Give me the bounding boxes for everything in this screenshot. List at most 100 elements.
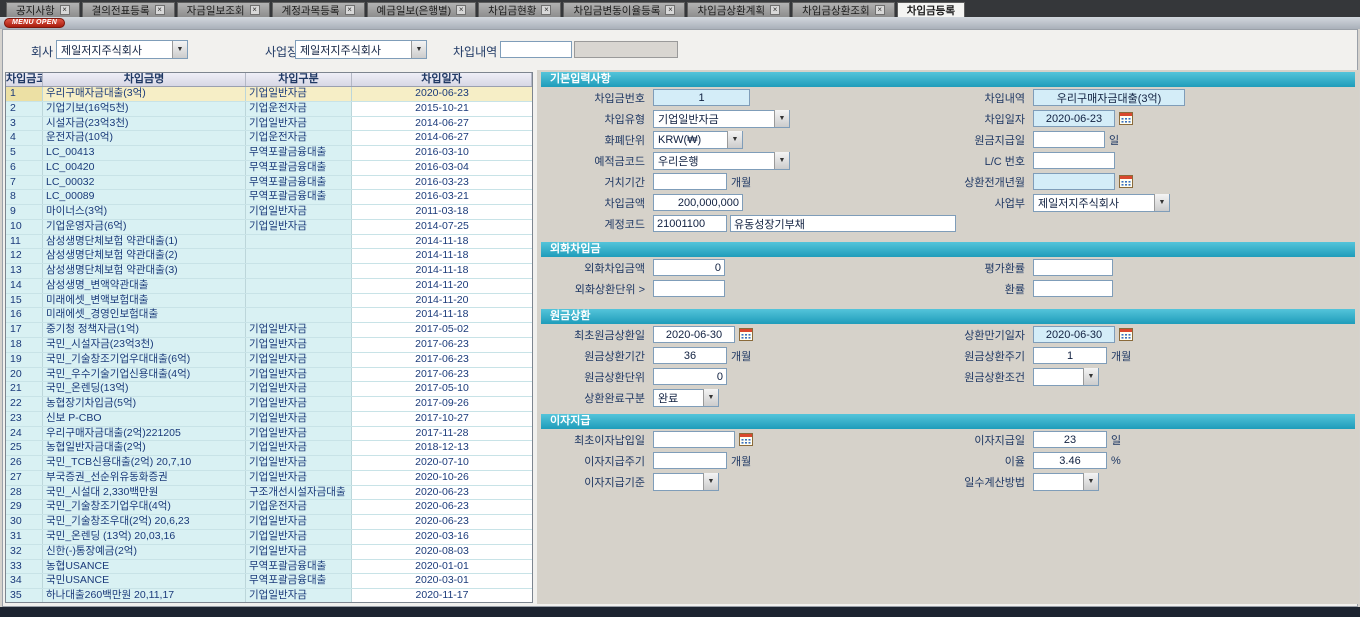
table-cell[interactable]: 25 — [6, 441, 43, 455]
table-row[interactable]: 18국민_시설자금(23억3천)기업일반자금2017-06-23 — [6, 338, 532, 353]
table-cell[interactable]: 29 — [6, 500, 43, 514]
table-cell[interactable]: 미래에셋_경영인보험대출 — [43, 308, 246, 322]
loan-desc-filter-input[interactable] — [500, 41, 572, 58]
account-name-input[interactable] — [730, 215, 956, 232]
table-cell[interactable]: 35 — [6, 589, 43, 602]
table-cell[interactable]: 11 — [6, 235, 43, 249]
table-cell[interactable]: 무역포괄금융대출 — [246, 176, 352, 190]
tab-차입금현황[interactable]: 차입금현황× — [478, 2, 561, 17]
table-cell[interactable]: 2 — [6, 102, 43, 116]
repay-dev-ym-input[interactable] — [1033, 173, 1115, 190]
table-cell[interactable] — [246, 308, 352, 322]
chevron-down-icon[interactable]: ▼ — [774, 152, 789, 169]
table-cell[interactable]: 2020-06-23 — [352, 486, 532, 500]
close-icon[interactable]: × — [875, 5, 885, 15]
table-cell[interactable]: 23 — [6, 412, 43, 426]
calendar-icon[interactable] — [1119, 112, 1133, 125]
table-cell[interactable]: 기업일반자금 — [246, 441, 352, 455]
table-cell[interactable]: 2020-06-23 — [352, 500, 532, 514]
grid-header-code[interactable]: 차입금코드 — [6, 73, 43, 86]
table-row[interactable]: 20국민_우수기술기업신용대출(4억)기업일반자금2017-06-23 — [6, 368, 532, 383]
table-row[interactable]: 14삼성생명_변액약관대출2014-11-20 — [6, 279, 532, 294]
table-cell[interactable]: 32 — [6, 545, 43, 559]
table-row[interactable]: 26국민_TCB신용대출(2억) 20,7,10기업일반자금2020-07-10 — [6, 456, 532, 471]
table-cell[interactable]: 무역포괄금융대출 — [246, 146, 352, 160]
table-cell[interactable]: 기업일반자금 — [246, 456, 352, 470]
plant-select[interactable]: 제일저지주식회사 ▼ — [295, 40, 427, 59]
table-cell[interactable]: 기업일반자금 — [246, 545, 352, 559]
table-cell[interactable]: 2020-11-17 — [352, 589, 532, 602]
table-cell[interactable]: 국민_온렌딩(13억) — [43, 382, 246, 396]
table-cell[interactable]: 농협장기차입금(5억) — [43, 397, 246, 411]
table-cell[interactable]: 2017-11-28 — [352, 427, 532, 441]
table-cell[interactable]: 18 — [6, 338, 43, 352]
table-cell[interactable]: 기업운전자금 — [246, 500, 352, 514]
table-cell[interactable]: 2020-06-23 — [352, 87, 532, 101]
table-cell[interactable]: 2016-03-04 — [352, 161, 532, 175]
table-cell[interactable]: 무역포괄금융대출 — [246, 161, 352, 175]
chevron-down-icon[interactable]: ▼ — [1083, 368, 1098, 385]
calendar-icon[interactable] — [739, 328, 753, 341]
calendar-icon[interactable] — [739, 433, 753, 446]
tab-차입금상환조회[interactable]: 차입금상환조회× — [792, 2, 895, 17]
table-cell[interactable]: 7 — [6, 176, 43, 190]
table-cell[interactable]: LC_00413 — [43, 146, 246, 160]
grid-header-name[interactable]: 차입금명 — [43, 73, 246, 86]
table-cell[interactable] — [246, 279, 352, 293]
repay-condition-select[interactable]: ▼ — [1033, 368, 1099, 386]
calendar-icon[interactable] — [1119, 328, 1133, 341]
table-cell[interactable]: 27 — [6, 471, 43, 485]
eval-rate-input[interactable] — [1033, 259, 1113, 276]
table-cell[interactable]: 국민_온렌딩 (13억) 20,03,16 — [43, 530, 246, 544]
close-icon[interactable]: × — [345, 5, 355, 15]
table-cell[interactable]: 33 — [6, 560, 43, 574]
table-row[interactable]: 25농협일반자금대출(2억)기업일반자금2018-12-13 — [6, 441, 532, 456]
table-cell[interactable]: 기업일반자금 — [246, 427, 352, 441]
table-row[interactable]: 23신보 P-CBO기업일반자금2017-10-27 — [6, 412, 532, 427]
table-cell[interactable]: 기업운전자금 — [246, 131, 352, 145]
table-cell[interactable]: 34 — [6, 574, 43, 588]
table-cell[interactable]: 2020-03-16 — [352, 530, 532, 544]
table-cell[interactable]: 2017-05-02 — [352, 323, 532, 337]
day-count-select[interactable]: ▼ — [1033, 473, 1099, 491]
table-row[interactable]: 17중기청 정책자금(1억)기업일반자금2017-05-02 — [6, 323, 532, 338]
table-cell[interactable]: 8 — [6, 190, 43, 204]
close-icon[interactable]: × — [250, 5, 260, 15]
int-basis-select[interactable]: ▼ — [653, 473, 719, 491]
tab-예금일보(은행별)[interactable]: 예금일보(은행별)× — [367, 2, 477, 17]
table-cell[interactable]: 국민_기술창조우대(2억) 20,6,23 — [43, 515, 246, 529]
fx-amount-input[interactable] — [653, 259, 725, 276]
table-cell[interactable]: 마이너스(3억) — [43, 205, 246, 219]
table-cell[interactable]: 삼성생명단체보험 약관대출(2) — [43, 249, 246, 263]
int-pay-day-input[interactable] — [1033, 431, 1107, 448]
close-icon[interactable]: × — [541, 5, 551, 15]
table-cell[interactable]: 기업일반자금 — [246, 589, 352, 602]
table-cell[interactable]: 31 — [6, 530, 43, 544]
table-cell[interactable]: 1 — [6, 87, 43, 101]
chevron-down-icon[interactable]: ▼ — [774, 110, 789, 127]
table-row[interactable]: 28국민_시설대 2,330백만원구조개선시설자금대출2020-06-23 — [6, 486, 532, 501]
table-cell[interactable]: 2014-06-27 — [352, 131, 532, 145]
table-cell[interactable]: 신보 P-CBO — [43, 412, 246, 426]
table-cell[interactable]: 17 — [6, 323, 43, 337]
table-cell[interactable]: 30 — [6, 515, 43, 529]
chevron-down-icon[interactable]: ▼ — [172, 41, 187, 58]
close-icon[interactable]: × — [770, 5, 780, 15]
loan-no-input[interactable] — [653, 89, 750, 106]
principal-day-input[interactable] — [1033, 131, 1105, 148]
loan-desc-filter-input-2[interactable] — [574, 41, 678, 58]
table-cell[interactable] — [246, 264, 352, 278]
repay-cycle-input[interactable] — [1033, 347, 1107, 364]
table-row[interactable]: 4운전자금(10억)기업운전자금2014-06-27 — [6, 131, 532, 146]
table-cell[interactable]: LC_00089 — [43, 190, 246, 204]
table-cell[interactable]: 기업기보(16억5천) — [43, 102, 246, 116]
grid-header-type[interactable]: 차입구분 — [246, 73, 352, 86]
calendar-icon[interactable] — [1119, 175, 1133, 188]
table-cell[interactable]: 10 — [6, 220, 43, 234]
table-cell[interactable]: 국민_TCB신용대출(2억) 20,7,10 — [43, 456, 246, 470]
table-cell[interactable]: 미래에셋_변액보험대출 — [43, 294, 246, 308]
table-cell[interactable]: 2015-10-21 — [352, 102, 532, 116]
table-cell[interactable]: 무역포괄금융대출 — [246, 190, 352, 204]
table-cell[interactable]: 2020-08-03 — [352, 545, 532, 559]
table-cell[interactable]: 3 — [6, 117, 43, 131]
